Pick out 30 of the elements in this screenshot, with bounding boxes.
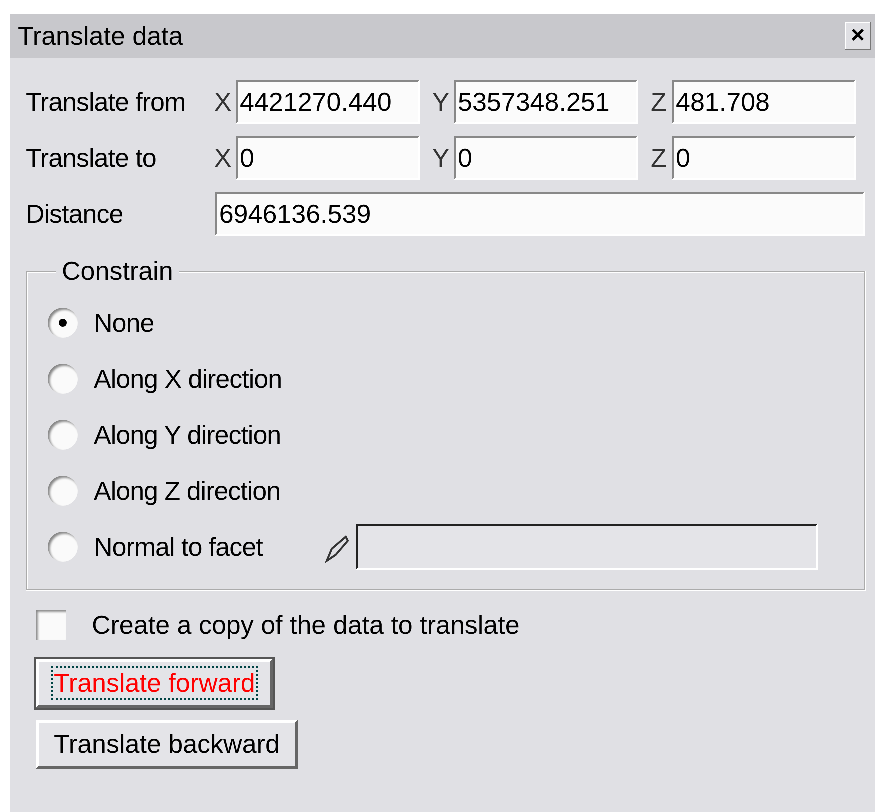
input-field[interactable]: 481.708: [672, 80, 856, 124]
radio-button[interactable]: [48, 308, 78, 338]
axis-label: Z: [650, 86, 668, 118]
input-field[interactable]: 0: [236, 136, 420, 180]
radio-button[interactable]: [48, 420, 78, 450]
checkbox[interactable]: [36, 610, 66, 640]
close-button[interactable]: ×: [845, 22, 871, 50]
field-label: Translate to: [26, 142, 158, 174]
radio-label[interactable]: Along Y direction: [94, 420, 314, 450]
radio-label[interactable]: None: [94, 308, 314, 338]
axis-label: Y: [431, 142, 451, 174]
radio-button[interactable]: [48, 476, 78, 506]
field-label: Translate from: [26, 86, 187, 118]
input-field[interactable]: 6946136.539: [215, 192, 865, 236]
radio-label[interactable]: Along Z direction: [94, 476, 314, 506]
axis-label: Y: [431, 86, 451, 118]
axis-label: X: [213, 142, 233, 174]
checkbox-label[interactable]: Create a copy of the data to translate: [92, 610, 520, 640]
axis-label: X: [213, 86, 233, 118]
field-label: Distance: [26, 198, 124, 230]
input-field[interactable]: 0: [454, 136, 638, 180]
window-title: Translate data: [18, 20, 184, 52]
axis-label: Z: [650, 142, 668, 174]
radio-label[interactable]: Along X direction: [94, 364, 314, 394]
translate-button[interactable]: Translate backward: [36, 720, 298, 769]
radio-button[interactable]: [48, 364, 78, 394]
input-field[interactable]: 4421270.440: [236, 80, 420, 124]
group-title: Constrain: [61, 256, 174, 287]
input-field[interactable]: 5357348.251: [454, 80, 638, 124]
input-field[interactable]: 0: [672, 136, 856, 180]
